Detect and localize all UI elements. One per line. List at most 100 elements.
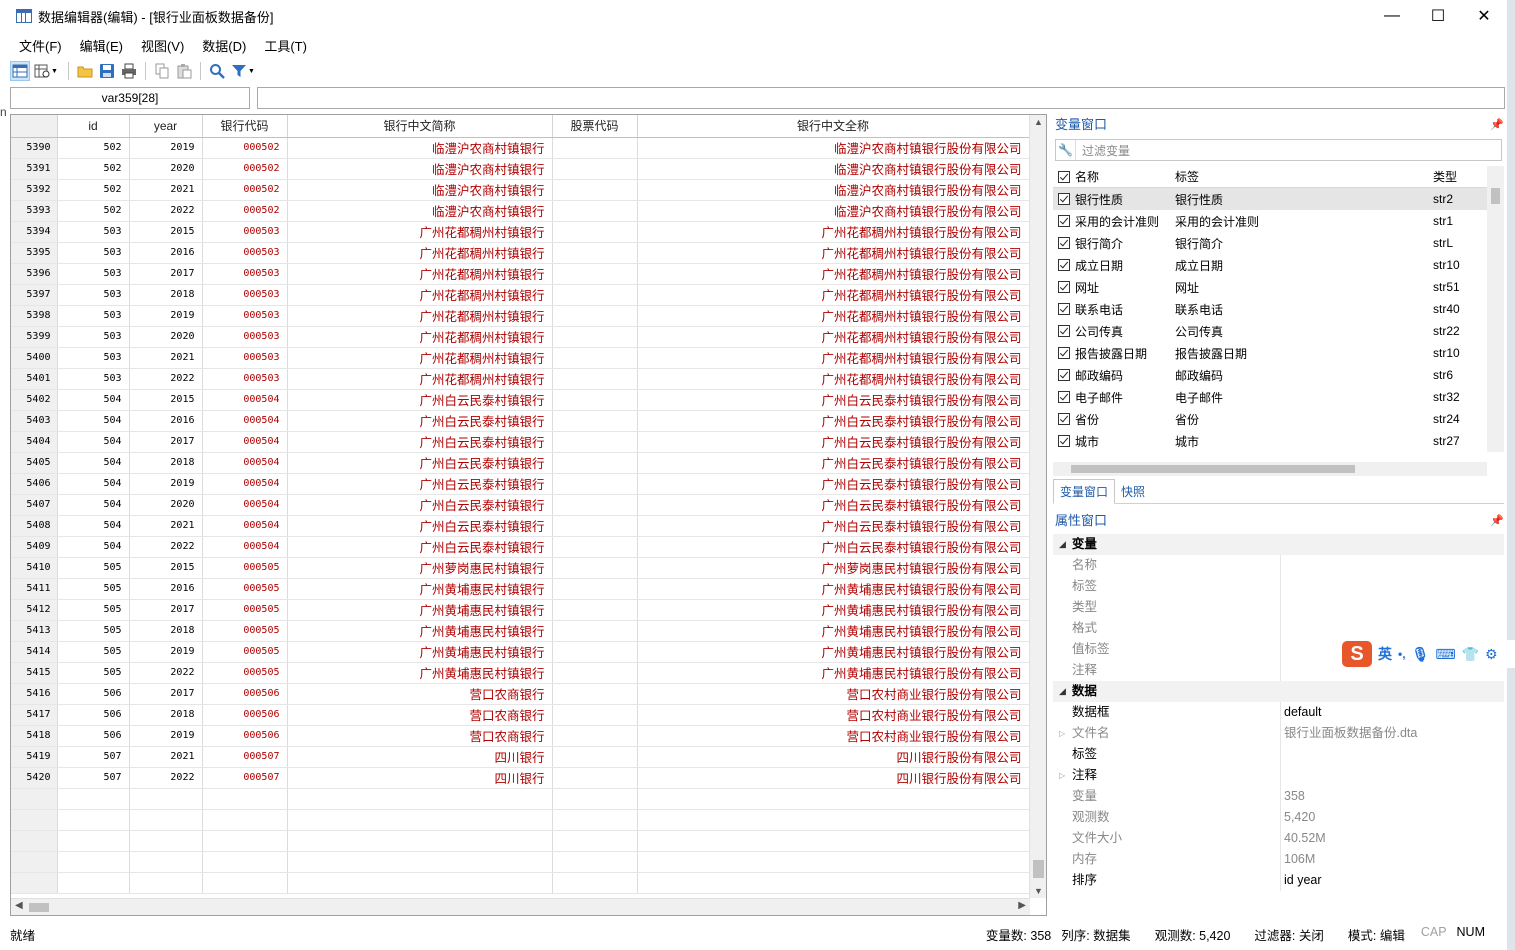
cell-year[interactable]: 2020 [129, 326, 203, 348]
cell-bank-full-name[interactable]: 广州白云民泰村镇银行股份有限公司 [637, 515, 1030, 537]
empty-cell[interactable] [11, 872, 58, 894]
cell-id[interactable]: 503 [57, 263, 130, 285]
property-row[interactable]: 名称 [1053, 555, 1504, 576]
menu-view[interactable]: 视图(V) [132, 36, 193, 55]
property-value[interactable]: 358 [1281, 786, 1305, 807]
save-icon[interactable] [97, 61, 117, 81]
property-value[interactable] [1281, 576, 1284, 597]
variable-row[interactable]: 省份 省份 str24 [1053, 408, 1487, 430]
cell-bank-short-name[interactable]: 营口农商银行 [287, 683, 553, 705]
menu-data[interactable]: 数据(D) [193, 36, 255, 55]
collapse-triangle-icon[interactable]: ◢ [1059, 681, 1066, 702]
cell-bank-short-name[interactable]: 广州黄埔惠民村镇银行 [287, 599, 553, 621]
cell-year[interactable]: 2021 [129, 746, 203, 768]
property-value[interactable] [1281, 765, 1284, 786]
property-row[interactable]: 格式 [1053, 618, 1504, 639]
variable-checkbox[interactable] [1058, 281, 1070, 293]
row-number[interactable]: 5406 [11, 473, 58, 495]
cell-stock-code[interactable] [552, 599, 638, 621]
properties-section-variable[interactable]: ◢ 变量 [1053, 534, 1504, 555]
cell-bank-short-name[interactable]: 广州白云民泰村镇银行 [287, 389, 553, 411]
filter-icon[interactable] [229, 61, 249, 81]
variable-checkbox[interactable] [1058, 193, 1070, 205]
cell-bank-code[interactable]: 000504 [202, 473, 288, 495]
cell-bank-short-name[interactable]: 临澧沪农商村镇银行 [287, 200, 553, 222]
cell-stock-code[interactable] [552, 704, 638, 726]
variable-row[interactable]: 联系电话 联系电话 str40 [1053, 298, 1487, 320]
table-row[interactable]: 5404 504 2017 000504 广州白云民泰村镇银行 广州白云民泰村镇银行股份有… [11, 431, 1030, 453]
cell-stock-code[interactable] [552, 284, 638, 306]
cell-id[interactable]: 502 [57, 137, 130, 159]
cell-stock-code[interactable] [552, 158, 638, 180]
empty-cell[interactable] [287, 830, 553, 852]
empty-cell[interactable] [129, 872, 203, 894]
cell-bank-full-name[interactable]: 广州黄埔惠民村镇银行股份有限公司 [637, 641, 1030, 663]
cell-id[interactable]: 505 [57, 578, 130, 600]
cell-bank-short-name[interactable]: 广州黄埔惠民村镇银行 [287, 620, 553, 642]
cell-bank-full-name[interactable]: 营口农村商业银行股份有限公司 [637, 704, 1030, 726]
cell-year[interactable]: 2015 [129, 557, 203, 579]
table-row[interactable]: 5393 502 2022 000502 临澧沪农商村镇银行 临澧沪农商村镇银行股份有限公… [11, 200, 1030, 222]
cell-bank-full-name[interactable]: 营口农村商业银行股份有限公司 [637, 725, 1030, 747]
expand-arrow-icon[interactable]: ▷ [1059, 723, 1065, 744]
minimize-button[interactable]: — [1369, 0, 1415, 32]
variable-checkbox[interactable] [1058, 347, 1070, 359]
row-number[interactable]: 5410 [11, 557, 58, 579]
cell-stock-code[interactable] [552, 368, 638, 390]
cell-stock-code[interactable] [552, 431, 638, 453]
property-value[interactable] [1281, 618, 1284, 639]
cell-bank-full-name[interactable]: 广州花都稠州村镇银行股份有限公司 [637, 305, 1030, 327]
cell-bank-full-name[interactable]: 广州花都稠州村镇银行股份有限公司 [637, 242, 1030, 264]
variable-checkbox[interactable] [1058, 325, 1070, 337]
cell-bank-code[interactable]: 000503 [202, 305, 288, 327]
empty-cell[interactable] [11, 809, 58, 831]
menu-file[interactable]: 文件(F) [10, 36, 71, 55]
cell-bank-code[interactable]: 000503 [202, 242, 288, 264]
cell-bank-full-name[interactable]: 广州花都稠州村镇银行股份有限公司 [637, 221, 1030, 243]
cell-bank-full-name[interactable]: 广州黄埔惠民村镇银行股份有限公司 [637, 620, 1030, 642]
cell-bank-code[interactable]: 000505 [202, 662, 288, 684]
table-row[interactable]: 5410 505 2015 000505 广州萝岗惠民村镇银行 广州萝岗惠民村镇银行股份有… [11, 557, 1030, 579]
cell-id[interactable]: 502 [57, 179, 130, 201]
variable-filter-input[interactable]: 过滤变量 [1076, 142, 1130, 159]
cell-bank-code[interactable]: 000506 [202, 725, 288, 747]
cell-id[interactable]: 503 [57, 221, 130, 243]
cell-stock-code[interactable] [552, 515, 638, 537]
cell-bank-short-name[interactable]: 四川银行 [287, 767, 553, 789]
cell-bank-code[interactable]: 000503 [202, 347, 288, 369]
cell-year[interactable]: 2022 [129, 662, 203, 684]
row-number[interactable]: 5392 [11, 179, 58, 201]
sogou-logo-icon[interactable]: S [1342, 641, 1372, 667]
cell-bank-full-name[interactable]: 广州萝岗惠民村镇银行股份有限公司 [637, 557, 1030, 579]
menu-tools[interactable]: 工具(T) [255, 36, 316, 55]
cell-year[interactable]: 2018 [129, 704, 203, 726]
variable-checkbox[interactable] [1058, 435, 1070, 447]
table-row[interactable]: 5406 504 2019 000504 广州白云民泰村镇银行 广州白云民泰村镇银行股份有… [11, 473, 1030, 495]
empty-cell[interactable] [57, 809, 130, 831]
property-value[interactable]: 106M [1281, 849, 1315, 870]
cell-stock-code[interactable] [552, 536, 638, 558]
cell-id[interactable]: 506 [57, 683, 130, 705]
filter-dropdown-icon[interactable]: ▼ [248, 68, 255, 75]
cell-bank-code[interactable]: 000504 [202, 494, 288, 516]
cell-id[interactable]: 502 [57, 200, 130, 222]
cell-year[interactable]: 2017 [129, 683, 203, 705]
cell-bank-code[interactable]: 000504 [202, 431, 288, 453]
table-row[interactable]: 5409 504 2022 000504 广州白云民泰村镇银行 广州白云民泰村镇银行股份有… [11, 536, 1030, 558]
variable-row[interactable]: 成立日期 成立日期 str10 [1053, 254, 1487, 276]
table-row[interactable]: 5408 504 2021 000504 广州白云民泰村镇银行 广州白云民泰村镇银行股份有… [11, 515, 1030, 537]
property-value[interactable]: 40.52M [1281, 828, 1326, 849]
cell-bank-code[interactable]: 000504 [202, 452, 288, 474]
cell-stock-code[interactable] [552, 389, 638, 411]
ime-language-toggle[interactable]: 英 [1378, 644, 1392, 664]
table-row[interactable]: 5405 504 2018 000504 广州白云民泰村镇银行 广州白云民泰村镇银行股份有… [11, 452, 1030, 474]
property-value[interactable] [1281, 660, 1284, 681]
cell-bank-full-name[interactable]: 广州白云民泰村镇银行股份有限公司 [637, 536, 1030, 558]
cell-bank-short-name[interactable]: 广州花都稠州村镇银行 [287, 368, 553, 390]
row-number[interactable]: 5403 [11, 410, 58, 432]
table-row[interactable]: 5412 505 2017 000505 广州黄埔惠民村镇银行 广州黄埔惠民村镇银行股份有… [11, 599, 1030, 621]
cell-year[interactable]: 2019 [129, 641, 203, 663]
table-row[interactable]: 5415 505 2022 000505 广州黄埔惠民村镇银行 广州黄埔惠民村镇银行股份有… [11, 662, 1030, 684]
cell-id[interactable]: 505 [57, 641, 130, 663]
cell-bank-short-name[interactable]: 临澧沪农商村镇银行 [287, 179, 553, 201]
